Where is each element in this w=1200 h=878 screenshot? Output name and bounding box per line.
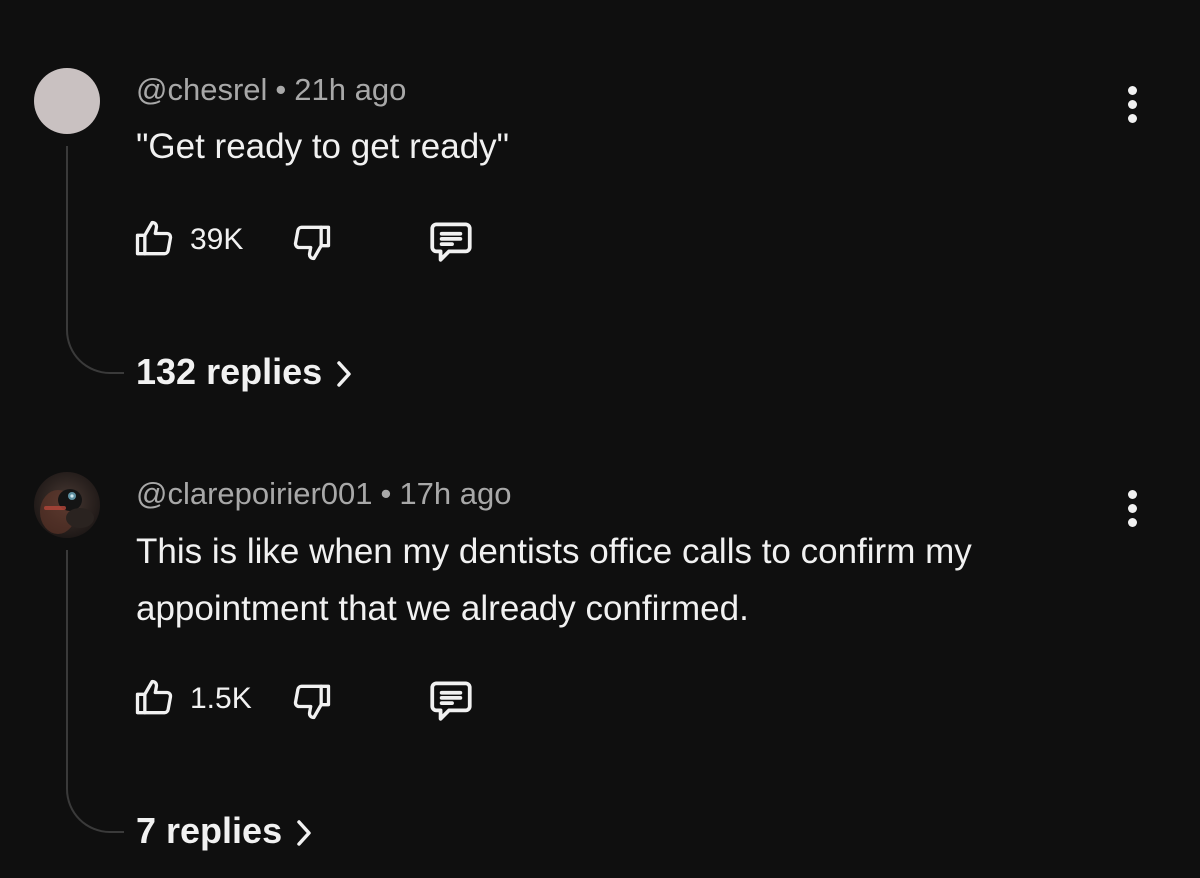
chevron-right-icon [297,820,311,847]
timestamp[interactable]: 17h ago [399,476,511,511]
more-vertical-icon [1128,490,1137,499]
more-dot [1128,504,1137,513]
thumbs-down-icon[interactable] [290,679,334,723]
comment: @clarepoirier001 • 17h ago This is like wh… [0,0,1200,878]
like-count: 1.5K [190,682,252,715]
comment-actions: 1.5K [132,673,492,723]
view-replies-button[interactable]: 7 replies [136,810,314,852]
thread-line [66,550,124,833]
replies-label: 7 replies [136,810,283,851]
thumbs-up-icon[interactable] [132,676,176,720]
comment-meta: @clarepoirier001 • 17h ago [136,476,511,512]
comment-icon[interactable] [426,675,476,725]
avatar[interactable] [34,472,100,538]
author-name[interactable]: @clarepoirier001 [136,476,373,511]
meta-separator: • [380,476,392,511]
comment-text: This is like when my dentists office cal… [136,532,972,628]
photo-avatar [34,472,100,538]
